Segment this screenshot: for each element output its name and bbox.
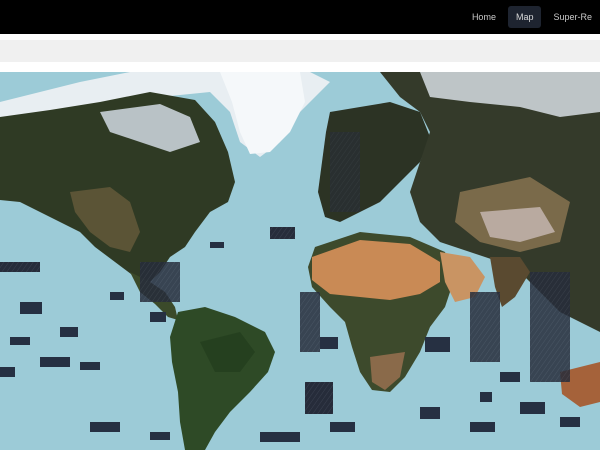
nav-super-res-link[interactable]: Super-Re <box>545 6 600 28</box>
swath-gap <box>530 272 570 382</box>
top-navbar: Home Map Super-Re <box>0 0 600 34</box>
toolbar-strip <box>0 40 600 62</box>
swath-gap <box>270 227 295 239</box>
world-map[interactable] <box>0 72 600 450</box>
swath-gap <box>470 292 500 362</box>
swath-gap <box>0 262 40 272</box>
swath-gap <box>330 132 360 212</box>
swath-gap <box>300 292 320 352</box>
satellite-imagery <box>0 72 600 450</box>
nav-map-link[interactable]: Map <box>507 6 542 28</box>
nav-home-link[interactable]: Home <box>464 6 504 28</box>
nav-menu: Home Map Super-Re <box>464 5 600 29</box>
swath-gap <box>140 262 180 302</box>
swath-gap <box>305 382 333 414</box>
